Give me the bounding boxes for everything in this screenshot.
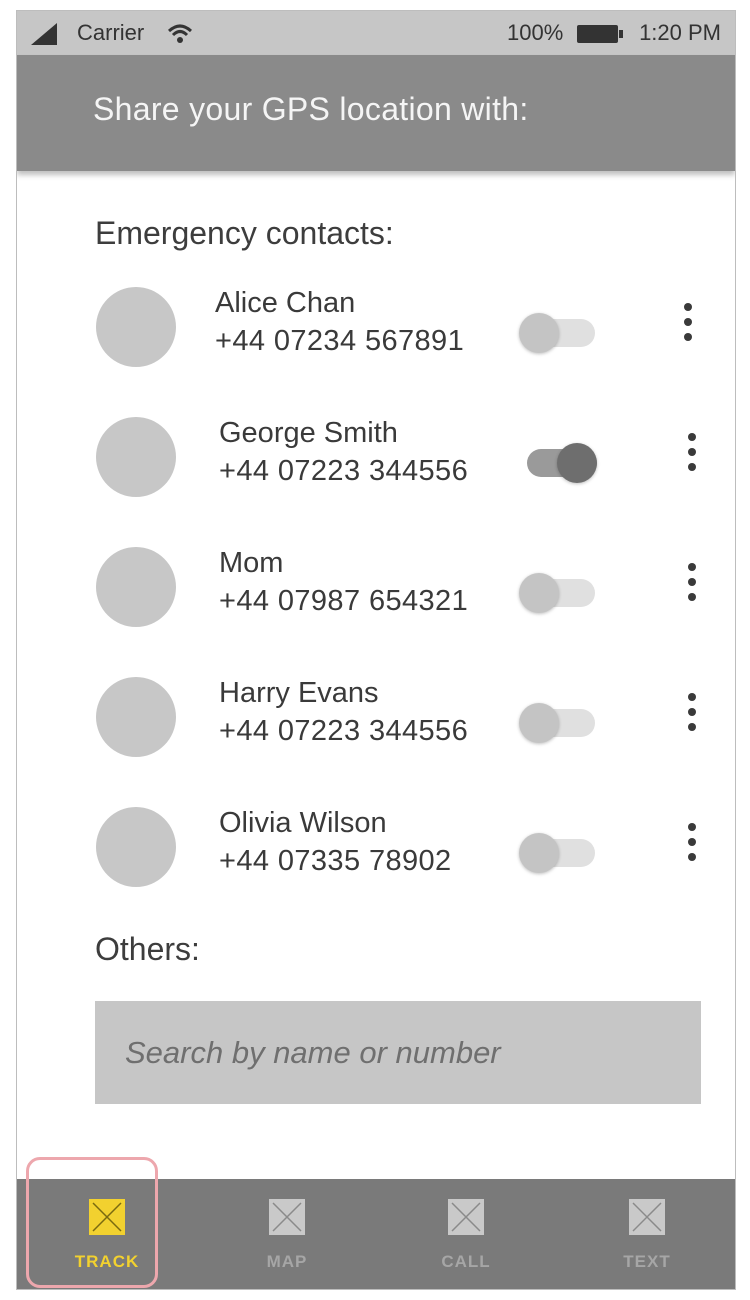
contact-row[interactable]: George Smith +44 07223 344556: [17, 401, 735, 501]
status-time: 1:20 PM: [639, 20, 721, 45]
contact-name: Harry Evans: [219, 677, 379, 709]
carrier-label: Carrier: [77, 20, 145, 45]
contact-name: Mom: [219, 547, 284, 579]
contact-phone: +44 07223 344556: [219, 455, 469, 487]
nav-label: MAP: [266, 1252, 308, 1271]
avatar: [96, 807, 176, 887]
more-options-icon[interactable]: [681, 303, 695, 343]
share-location-toggle[interactable]: [519, 827, 599, 873]
more-options-icon[interactable]: [685, 433, 699, 473]
avatar: [96, 287, 176, 367]
battery-icon: [577, 25, 623, 43]
page-title: Share your GPS location with:: [93, 91, 529, 127]
share-location-toggle[interactable]: [521, 437, 601, 483]
avatar: [96, 547, 176, 627]
map-icon: [269, 1199, 305, 1235]
contact-phone: +44 07234 567891: [215, 325, 465, 357]
more-options-icon[interactable]: [685, 563, 699, 603]
share-location-toggle[interactable]: [519, 307, 599, 353]
bottom-navigation: TRACK MAP CALL TEXT: [17, 1179, 735, 1289]
toggle-thumb: [557, 443, 597, 483]
toggle-thumb: [519, 703, 559, 743]
nav-item-map[interactable]: MAP: [221, 1179, 353, 1289]
nav-item-track[interactable]: TRACK: [41, 1179, 173, 1289]
emergency-contacts-heading: Emergency contacts:: [95, 215, 394, 251]
nav-label: TEXT: [623, 1252, 671, 1271]
share-location-toggle[interactable]: [519, 567, 599, 613]
contact-row[interactable]: Mom +44 07987 654321: [17, 531, 735, 631]
nav-item-call[interactable]: CALL: [400, 1179, 532, 1289]
app-bar: Share your GPS location with:: [17, 55, 735, 171]
avatar: [96, 417, 176, 497]
contact-phone: +44 07987 654321: [219, 585, 469, 617]
phone-screen: Carrier 100% 1:20 PM Share your GPS loca…: [16, 10, 736, 1290]
nav-label: CALL: [441, 1252, 491, 1271]
more-options-icon[interactable]: [685, 693, 699, 733]
contact-name: Olivia Wilson: [219, 807, 387, 839]
others-heading: Others:: [95, 931, 200, 967]
nav-label: TRACK: [74, 1252, 140, 1271]
more-options-icon[interactable]: [685, 823, 699, 863]
toggle-thumb: [519, 313, 559, 353]
contact-row[interactable]: Harry Evans +44 07223 344556: [17, 661, 735, 761]
share-location-toggle[interactable]: [519, 697, 599, 743]
contact-name: George Smith: [219, 417, 398, 449]
status-bar: Carrier 100% 1:20 PM: [17, 11, 735, 55]
call-icon: [448, 1199, 484, 1235]
contact-row[interactable]: Olivia Wilson +44 07335 78902: [17, 791, 735, 891]
wifi-icon: [167, 24, 193, 43]
search-input[interactable]: [95, 1001, 701, 1104]
signal-icon: [31, 23, 57, 45]
toggle-thumb: [519, 833, 559, 873]
contact-phone: +44 07223 344556: [219, 715, 469, 747]
track-icon: [89, 1199, 125, 1235]
avatar: [96, 677, 176, 757]
contact-phone: +44 07335 78902: [219, 845, 452, 877]
toggle-thumb: [519, 573, 559, 613]
contact-row[interactable]: Alice Chan +44 07234 567891: [17, 271, 735, 371]
text-icon: [629, 1199, 665, 1235]
nav-item-text[interactable]: TEXT: [581, 1179, 713, 1289]
contact-name: Alice Chan: [215, 287, 356, 319]
battery-percent: 100%: [507, 20, 564, 45]
